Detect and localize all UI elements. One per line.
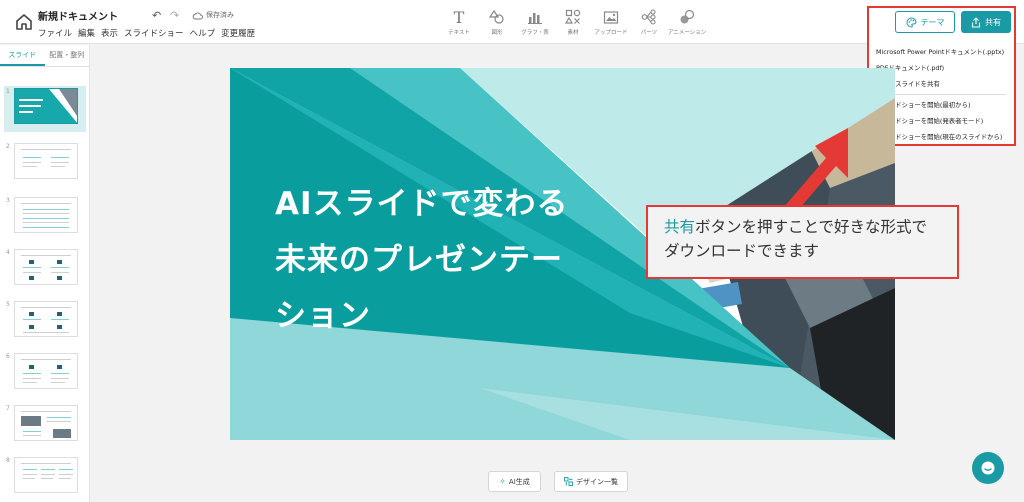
slide-thumbnail[interactable] <box>14 143 78 179</box>
menu-edit[interactable]: 編集 <box>78 27 95 39</box>
slide-thumbnail[interactable] <box>14 405 78 441</box>
slide-number: 6 <box>6 353 10 360</box>
annotation-callout: 共有ボタンを押すことで好きな形式でダウンロードできます <box>646 205 959 279</box>
undo-icon[interactable]: ↶ <box>152 9 161 22</box>
sparkle-icon: ✧ <box>499 477 506 486</box>
tool-text[interactable]: T テキスト <box>444 7 474 37</box>
slide-thumbnail[interactable] <box>14 88 78 124</box>
design-list-button[interactable]: デザイン一覧 <box>554 471 628 492</box>
share-icon <box>971 16 981 28</box>
tool-label: アップロード <box>594 30 628 36</box>
save-status: 保存済み <box>192 10 234 20</box>
tab-arrange[interactable]: 配置・整列 <box>45 45 90 66</box>
callout-highlight: 共有 <box>664 218 696 236</box>
tool-label: 図形 <box>491 30 503 36</box>
assets-icon <box>565 8 581 26</box>
slide-thumbnail[interactable] <box>14 197 78 233</box>
menu-history[interactable]: 変更履歴 <box>221 27 255 39</box>
slide-thumbnail[interactable] <box>14 301 78 337</box>
slide-number: 4 <box>6 249 10 256</box>
tool-parts[interactable]: パーツ <box>634 8 664 36</box>
tool-label: パーツ <box>640 30 658 36</box>
menu-view[interactable]: 表示 <box>101 27 118 39</box>
shapes-icon <box>489 8 505 26</box>
tab-slides[interactable]: スライド <box>0 45 45 66</box>
chat-icon <box>981 461 995 475</box>
tool-label: アニメーション <box>667 30 707 36</box>
slide-number: 1 <box>6 88 10 95</box>
slide-thumbnail[interactable] <box>14 249 78 285</box>
tool-assets[interactable]: 素材 <box>558 8 588 36</box>
design-list-label: デザイン一覧 <box>576 477 618 486</box>
slide-number: 5 <box>6 301 10 308</box>
slide-thumb-row[interactable]: 1 <box>4 86 86 132</box>
design-grid-icon <box>564 477 573 486</box>
slide-thumb-row[interactable]: 7 <box>4 403 86 449</box>
parts-icon <box>641 8 657 26</box>
slide-number: 2 <box>6 143 10 150</box>
animation-icon <box>679 8 695 26</box>
slide-thumb-row[interactable]: 5 <box>4 299 86 345</box>
share-button-label: 共有 <box>985 17 1001 27</box>
tool-upload[interactable]: アップロード <box>594 8 628 36</box>
slide-thumb-row[interactable]: 3 <box>4 195 86 241</box>
chart-icon <box>527 8 543 26</box>
menu-file[interactable]: ファイル <box>38 27 72 39</box>
slide-title[interactable]: AIスライドで変わる未来のプレゼンテーション <box>275 176 585 344</box>
upload-icon <box>603 8 619 26</box>
tool-label: テキスト <box>448 30 470 36</box>
tool-label: グラフ・表 <box>521 30 549 36</box>
theme-button-label: テーマ <box>920 17 945 27</box>
menu-slideshow[interactable]: スライドショー <box>124 27 184 39</box>
slide-thumb-row[interactable]: 6 <box>4 351 86 397</box>
chat-support-button[interactable] <box>972 452 1004 484</box>
redo-icon[interactable]: ↷ <box>170 9 179 22</box>
home-icon[interactable] <box>14 12 34 32</box>
export-pptx-item[interactable]: Microsoft Power Pointドキュメント(.pptx) <box>870 44 1010 60</box>
tool-shapes[interactable]: 図形 <box>482 8 512 36</box>
slide-sidebar: スライド 配置・整列 1 2 3 4 5 6 7 8 <box>0 45 90 502</box>
slide-thumb-row[interactable]: 8 <box>4 455 86 501</box>
thumbnail-preview <box>15 89 77 123</box>
ai-generate-button[interactable]: ✧ AI生成 <box>488 471 541 492</box>
callout-text: ボタンを押すことで好きな形式でダウンロードできます <box>664 218 928 260</box>
slide-number: 7 <box>6 405 10 412</box>
slide-thumbnail[interactable] <box>14 457 78 493</box>
text-icon: T <box>453 7 465 27</box>
cloud-check-icon <box>192 12 203 19</box>
document-title[interactable]: 新規ドキュメント <box>38 8 118 23</box>
menu-help[interactable]: ヘルプ <box>190 27 216 39</box>
slide-thumb-row[interactable]: 2 <box>4 141 86 187</box>
tool-animation[interactable]: アニメーション <box>668 8 706 36</box>
save-status-label: 保存済み <box>206 11 234 19</box>
slide-number: 3 <box>6 197 10 204</box>
tool-chart[interactable]: グラフ・表 <box>520 8 550 36</box>
toolbar: T テキスト 図形 グラフ・表 素材 アップロード パーツ アニメーション <box>444 7 706 37</box>
menu-bar: ファイル 編集 表示 スライドショー ヘルプ 変更履歴 <box>38 27 255 39</box>
tool-label: 素材 <box>567 30 579 36</box>
palette-icon <box>906 16 917 28</box>
theme-button[interactable]: テーマ <box>895 11 955 33</box>
slide-thumbnail[interactable] <box>14 353 78 389</box>
ai-generate-label: AI生成 <box>508 477 530 486</box>
slide-thumb-row[interactable]: 4 <box>4 247 86 293</box>
sidebar-tabs: スライド 配置・整列 <box>0 45 89 67</box>
slide-number: 8 <box>6 457 10 464</box>
share-button[interactable]: 共有 <box>961 11 1011 33</box>
